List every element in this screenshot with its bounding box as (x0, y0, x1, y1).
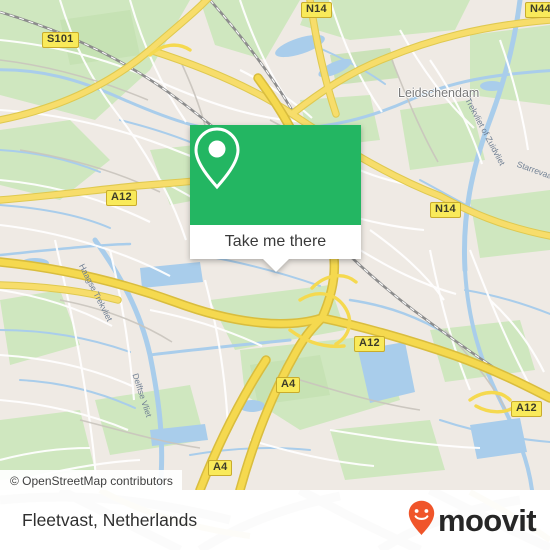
map-attribution[interactable]: © OpenStreetMap contributors (0, 470, 182, 490)
page-title: Fleetvast, Netherlands (22, 509, 198, 530)
location-callout[interactable]: Take me there (190, 125, 361, 272)
road-shield-n14-east: N14 (430, 202, 461, 218)
road-shield-a12-east: A12 (511, 401, 542, 417)
take-me-there-label: Take me there (224, 233, 327, 250)
road-shield-a12-west: A12 (106, 190, 137, 206)
attribution-text: © OpenStreetMap contributors (10, 473, 173, 488)
callout-tail (262, 259, 289, 272)
moovit-wordmark: moovit (437, 502, 537, 538)
road-shield-s101: S101 (42, 32, 79, 48)
road-shield-a4-center: A4 (276, 377, 301, 393)
map-screenshot: Leidschendam Trekvliet of Zuidvliet Star… (0, 0, 550, 550)
take-me-there-button[interactable]: Take me there (190, 225, 361, 259)
road-shield-a12-center: A12 (354, 336, 385, 352)
map-canvas[interactable]: Leidschendam Trekvliet of Zuidvliet Star… (0, 0, 550, 490)
callout-header (190, 125, 361, 225)
road-shield-n44: N44 (525, 2, 550, 18)
road-shield-a4-south: A4 (208, 460, 233, 476)
moovit-brand[interactable]: moovit (408, 490, 537, 550)
road-shield-n14-north: N14 (301, 2, 332, 18)
footer-bar: Fleetvast, Netherlands moovit (0, 490, 550, 550)
moovit-pin-smiley-icon (408, 500, 435, 541)
